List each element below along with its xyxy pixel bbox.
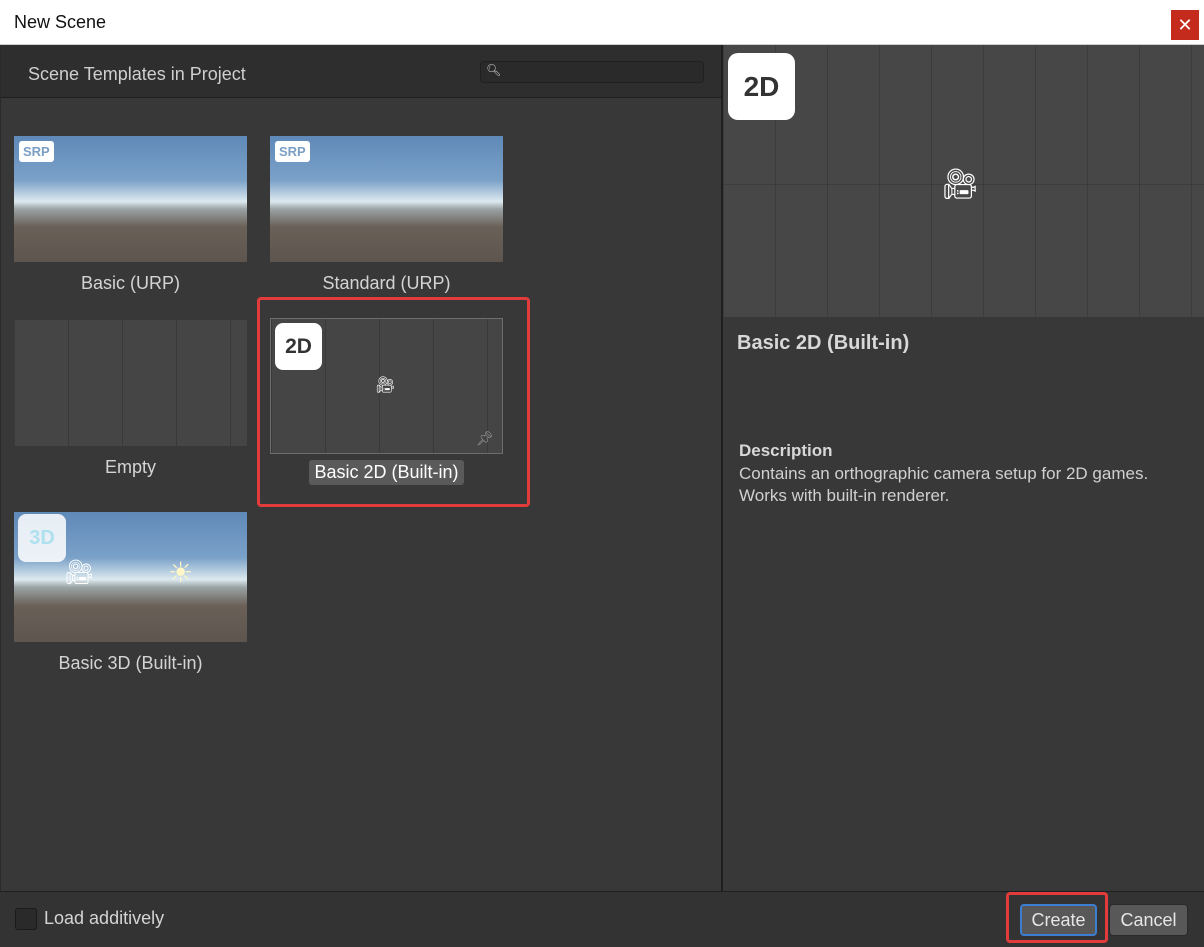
sun-icon: ☀	[168, 557, 194, 588]
template-label: Standard (URP)	[322, 273, 451, 293]
3d-badge: 3D	[18, 514, 66, 562]
templates-panel: Scene Templates in Project 🔍︎ SRP Basic …	[0, 45, 722, 937]
scene-preview: 2D 🎥︎	[723, 45, 1204, 317]
template-thumbnail	[14, 320, 247, 446]
selected-template-title: Basic 2D (Built-in)	[737, 332, 910, 354]
bottom-bar: Load additively Create Cancel	[0, 891, 1204, 947]
details-panel: 2D 🎥︎ Basic 2D (Built-in) Description Co…	[723, 45, 1204, 891]
title-bar: New Scene ✕	[0, 0, 1204, 45]
srp-badge: SRP	[19, 141, 54, 162]
templates-header-title: Scene Templates in Project	[28, 64, 246, 84]
preview-2d-badge: 2D	[728, 53, 795, 120]
description-heading: Description	[739, 441, 833, 460]
cancel-button[interactable]: Cancel	[1109, 904, 1188, 936]
description-text: Contains an orthographic camera setup fo…	[739, 464, 1149, 505]
close-icon: ✕	[1177, 14, 1193, 35]
templates-header: Scene Templates in Project 🔍︎	[1, 45, 721, 98]
template-tile-standard-urp[interactable]: SRP Standard (URP)	[270, 136, 503, 296]
grid-lines	[14, 320, 247, 446]
template-thumbnail: SRP	[14, 136, 247, 262]
template-tile-basic-3d[interactable]: 3D 🎥︎ ☀ Basic 3D (Built-in)	[14, 512, 247, 676]
close-button[interactable]: ✕	[1171, 10, 1199, 40]
template-label: Basic 3D (Built-in)	[58, 653, 203, 673]
camera-icon: 🎥︎	[64, 559, 95, 586]
camera-icon: 🎥︎	[941, 168, 980, 201]
srp-badge: SRP	[275, 141, 310, 162]
window-title: New Scene	[14, 12, 107, 32]
load-additively-label[interactable]: Load additively	[44, 908, 164, 929]
load-additively-checkbox[interactable]	[15, 908, 37, 930]
selection-highlight	[257, 297, 530, 507]
template-thumbnail: SRP	[270, 136, 503, 262]
template-tile-basic-urp[interactable]: SRP Basic (URP)	[14, 136, 247, 296]
template-label: Basic (URP)	[80, 273, 180, 293]
template-tile-empty[interactable]: Empty	[14, 320, 247, 480]
template-label: Empty	[104, 457, 156, 477]
template-thumbnail: 3D 🎥︎ ☀	[14, 512, 247, 642]
search-input[interactable]: 🔍︎	[480, 61, 704, 83]
search-icon: 🔍︎	[486, 63, 502, 77]
create-highlight	[1006, 892, 1108, 943]
